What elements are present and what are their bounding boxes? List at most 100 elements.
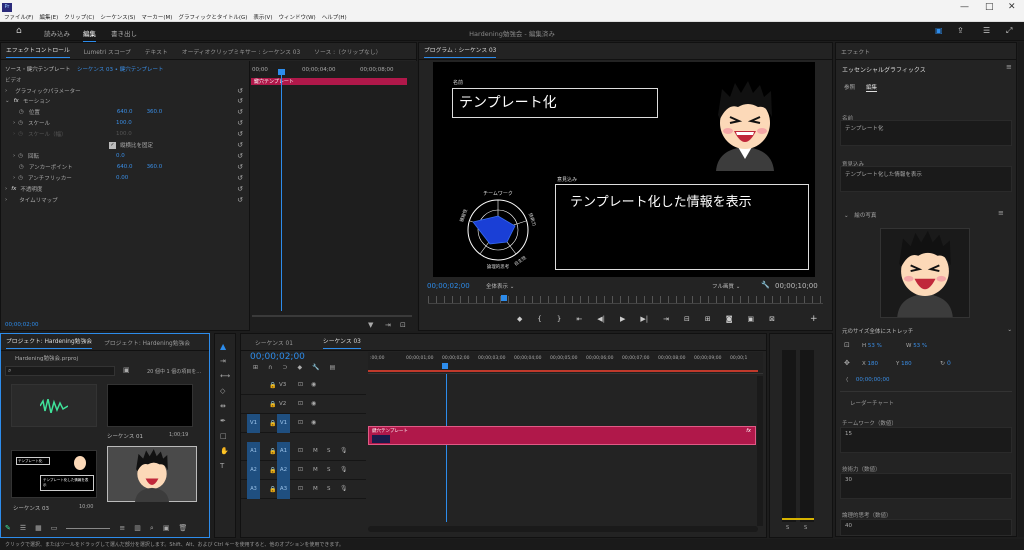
eg-rotation[interactable]: ↻ 0 xyxy=(940,360,951,367)
link-icon[interactable]: ⊡ xyxy=(844,341,850,349)
timeline-timecode[interactable]: 00;00;02;00 xyxy=(250,352,305,362)
reset-icon[interactable]: ↺ xyxy=(237,141,243,149)
lock-icon[interactable]: 🔒 xyxy=(269,401,276,408)
hand-icon[interactable]: ✋ xyxy=(220,447,229,455)
rotation-value[interactable]: 0.0 xyxy=(116,153,125,159)
automate-icon[interactable]: ▥ xyxy=(134,524,141,533)
ec-playhead[interactable] xyxy=(281,71,282,311)
meter-solo-left[interactable]: S xyxy=(786,525,789,531)
lock-icon[interactable]: 🔒 xyxy=(269,448,276,455)
selection-tool-icon[interactable]: ▲ xyxy=(220,342,226,351)
solo-button[interactable]: S xyxy=(327,448,331,454)
tab-lumetri[interactable]: Lumetri スコープ xyxy=(84,47,131,56)
tab-program[interactable]: プログラム : シーケンス 03 xyxy=(424,45,497,58)
share-icon[interactable]: ⇪ xyxy=(957,26,964,35)
goto-in-button[interactable]: ⇤ xyxy=(576,315,582,323)
menu-view[interactable]: 表示(V) xyxy=(253,13,272,21)
settings-icon[interactable]: ⊡ xyxy=(400,321,406,329)
timeline-playhead[interactable] xyxy=(446,374,447,522)
sort-icon[interactable]: ≡ xyxy=(119,524,125,533)
row-motion[interactable]: ⌄ fx モーション xyxy=(5,96,245,106)
tab-text[interactable]: テキスト xyxy=(145,47,168,56)
timeline-ruler[interactable]: :00;00 00;00;01;00 00;00;02;00 00;00;03;… xyxy=(368,352,763,374)
ec-footer-timecode[interactable]: 00;00;02;00 xyxy=(5,322,39,328)
menu-sequence[interactable]: シーケンス(S) xyxy=(100,13,135,21)
character-image-thumb[interactable] xyxy=(107,446,197,502)
eg-timecode[interactable]: ⟨ 00;00;00;00 xyxy=(846,377,889,383)
tab-effect-controls[interactable]: エフェクトコントロール xyxy=(6,45,70,58)
menu-marker[interactable]: マーカー(M) xyxy=(141,13,172,21)
work-area-bar[interactable] xyxy=(368,370,758,372)
tab-effects[interactable]: エフェクト xyxy=(841,47,870,56)
eye-icon[interactable]: ◉ xyxy=(311,419,316,426)
eye-icon[interactable]: ◉ xyxy=(311,381,316,388)
mark-out-button[interactable]: } xyxy=(557,315,561,323)
quick-export-icon[interactable]: ▣ xyxy=(935,26,943,35)
export-icon[interactable]: ⇥ xyxy=(385,321,391,329)
reset-icon[interactable]: ↺ xyxy=(237,87,243,95)
anchor-x[interactable]: 640.0 xyxy=(117,164,133,170)
audio-clip-thumb[interactable] xyxy=(11,384,97,427)
trash-icon[interactable]: 🗑 xyxy=(178,524,187,533)
row-anchor[interactable]: ◷ アンカーポイント 640.0 360.0 xyxy=(19,162,259,172)
timeline-scrollbar[interactable] xyxy=(757,376,763,526)
lock-icon[interactable]: 🔒 xyxy=(269,467,276,474)
eg-h-scale-value[interactable]: 53 % xyxy=(868,343,882,349)
audio-source-patch[interactable]: A1 A2 A3 xyxy=(247,442,260,499)
mark-in-button[interactable]: { xyxy=(537,315,541,323)
row-position[interactable]: ◷ 位置 640.0 360.0 xyxy=(19,107,259,117)
timeline-clip[interactable]: 鍵穴テンプレート fx xyxy=(368,426,756,445)
mute-button[interactable]: M xyxy=(313,486,318,492)
checkbox-checked-icon[interactable]: ✓ xyxy=(109,141,116,149)
eg-pos-x-value[interactable]: 180 xyxy=(868,361,879,367)
stopwatch-icon[interactable]: ◷ xyxy=(18,120,23,126)
row-scale[interactable]: › ◷ スケール 100.0 xyxy=(13,118,253,128)
step-forward-button[interactable]: ▶| xyxy=(640,315,648,323)
tab-source[interactable]: ソース :（クリップなし） xyxy=(314,47,381,56)
program-scrub-bar[interactable] xyxy=(428,296,823,304)
info-textbox[interactable]: テンプレート化した情報を表示 xyxy=(555,184,809,270)
menu-graphics[interactable]: グラフィックとタイトル(G) xyxy=(178,13,247,21)
sequence03-thumb[interactable]: テンプレート化 テンプレート化した情報を表示 xyxy=(11,450,97,498)
goto-out-button[interactable]: ⇥ xyxy=(663,315,669,323)
position-x[interactable]: 640.0 xyxy=(117,109,133,115)
eg-image-thumb[interactable] xyxy=(880,228,970,318)
eg-w-scale-value[interactable]: 53 % xyxy=(913,343,927,349)
reset-icon[interactable]: ↺ xyxy=(237,108,243,116)
mic-icon[interactable]: 🎙 xyxy=(340,466,348,473)
reset-icon[interactable]: ↺ xyxy=(237,130,243,138)
menu-edit[interactable]: 編集(E) xyxy=(39,13,58,21)
eg-h-scale[interactable]: H 53 % xyxy=(862,343,882,349)
eg-teamwork-field[interactable]: 15 xyxy=(840,427,1012,453)
type-tool-icon[interactable]: T xyxy=(220,462,224,470)
timeline-h-scrollbar[interactable] xyxy=(368,526,758,532)
menu-help[interactable]: ヘルプ(H) xyxy=(322,13,347,21)
reset-icon[interactable]: ↺ xyxy=(237,119,243,127)
sync-icon[interactable]: ⊡ xyxy=(298,381,303,388)
row-opacity[interactable]: › fx 不透明度 xyxy=(5,184,245,194)
tab-sequence-01[interactable]: シーケンス 01 xyxy=(255,338,293,347)
ec-clip-bar[interactable]: 鍵穴テンプレート xyxy=(251,78,407,85)
track-v3[interactable]: 🔒 V3 ⊡ ◉ xyxy=(241,376,366,395)
tab-audio-mixer[interactable]: オーディオクリップミキサー : シーケンス 03 xyxy=(182,47,300,56)
source-patch-v1[interactable]: V1 xyxy=(247,414,260,433)
stopwatch-icon[interactable]: ◷ xyxy=(19,109,24,115)
play-button[interactable]: ▶ xyxy=(620,315,625,323)
compare-icon[interactable]: ▣ xyxy=(748,315,755,323)
track-target-a2[interactable]: A2 xyxy=(277,461,290,480)
wrench-icon[interactable]: 🔧 xyxy=(312,364,319,371)
notifications-icon[interactable]: ☰ xyxy=(983,26,990,35)
reset-icon[interactable]: ↺ xyxy=(237,163,243,171)
sync-icon[interactable]: ⊡ xyxy=(298,400,303,407)
eg-rotation-value[interactable]: 0 xyxy=(947,360,951,367)
track-target-a1[interactable]: A1 xyxy=(277,442,290,461)
zoom-slider[interactable] xyxy=(66,528,111,529)
ripple-edit-icon[interactable]: ⟷ xyxy=(220,372,230,380)
find-icon[interactable]: ⌕ xyxy=(150,524,154,533)
lock-icon[interactable]: 🔒 xyxy=(269,420,276,427)
row-flicker[interactable]: › ◷ アンチフリッカー 0.00 xyxy=(13,173,253,183)
eg-skill-field[interactable]: 30 xyxy=(840,473,1012,499)
new-item-icon[interactable]: ▣ xyxy=(163,524,170,533)
ec-zoom-bar[interactable] xyxy=(252,315,412,317)
meter-solo-right[interactable]: S xyxy=(804,525,807,531)
